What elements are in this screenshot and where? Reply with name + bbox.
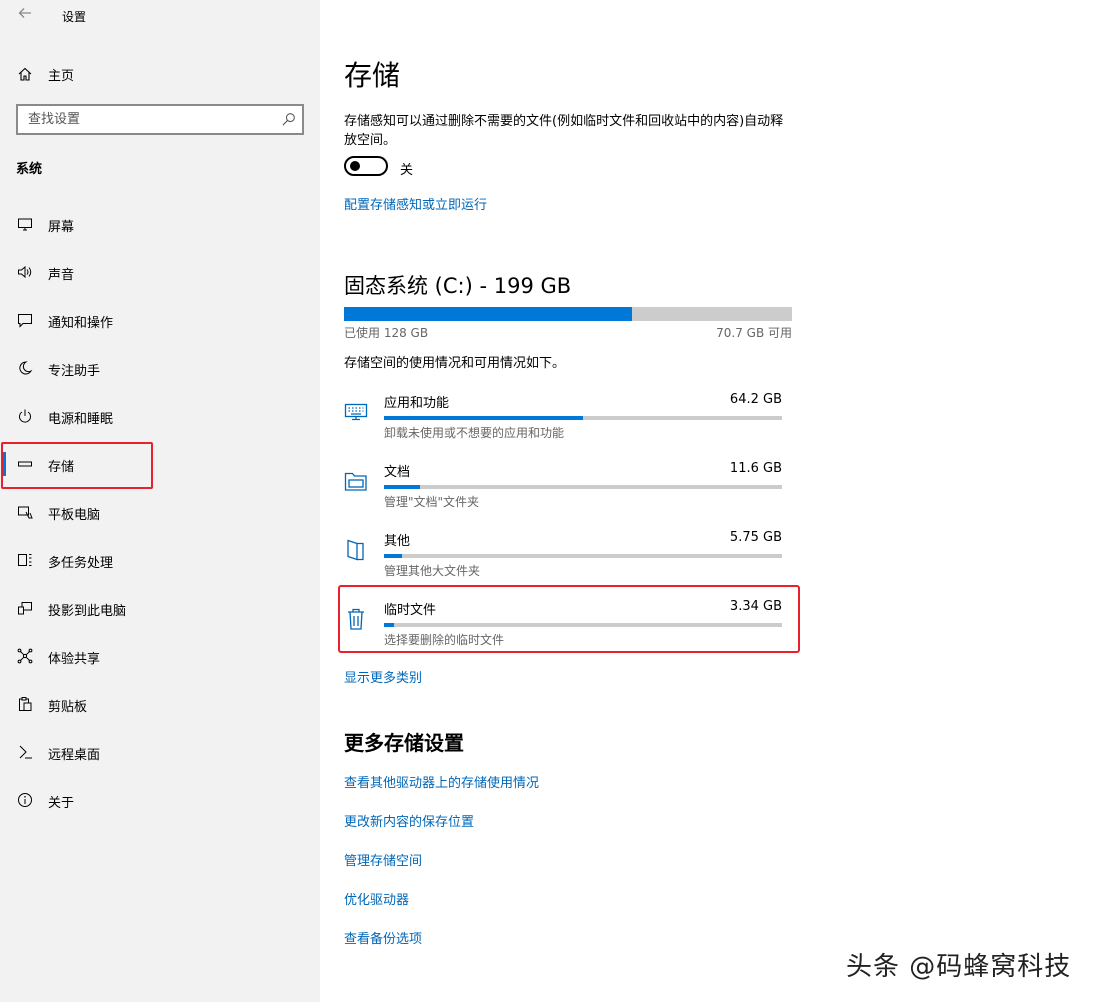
category-name: 其他 — [384, 534, 411, 549]
drive-usage-fill — [344, 307, 633, 321]
search-icon[interactable] — [281, 112, 296, 127]
category-other[interactable]: 其他 5.75 GB 管理其他大文件夹 — [344, 530, 792, 592]
optimize-drives-link[interactable]: 优化驱动器 — [344, 889, 409, 908]
tablet-icon — [16, 503, 34, 521]
sidebar-item-shared-experience[interactable]: 体验共享 — [0, 632, 320, 680]
drive-used-label: 已使用 128 GB — [344, 326, 429, 340]
usage-intro: 存储空间的使用情况和可用情况如下。 — [344, 356, 566, 371]
multitask-icon — [16, 551, 34, 569]
category-bar-fill — [384, 485, 420, 489]
search-input[interactable] — [18, 106, 278, 133]
sidebar-item-focus-assist[interactable]: 专注助手 — [0, 344, 320, 392]
section-label-system: 系统 — [16, 162, 43, 177]
highlight-annotation-sidebar — [1, 442, 153, 489]
search-box[interactable] — [16, 104, 304, 135]
sidebar-item-about[interactable]: 关于 — [0, 776, 320, 824]
drive-free-label: 70.7 GB 可用 — [716, 326, 792, 340]
sidebar-item-notifications[interactable]: 通知和操作 — [0, 296, 320, 344]
sidebar: 设置 主页 系统 屏幕 声音 通知和操作 专注助手 — [0, 0, 320, 1002]
sidebar-item-label: 通知和操作 — [48, 316, 114, 331]
info-icon — [16, 791, 34, 809]
change-save-location-link[interactable]: 更改新内容的保存位置 — [344, 811, 474, 830]
keyboard-icon — [344, 400, 368, 424]
sidebar-item-label: 电源和睡眠 — [48, 412, 114, 427]
sidebar-item-label: 主页 — [48, 69, 75, 84]
sidebar-item-display[interactable]: 屏幕 — [0, 200, 320, 248]
category-documents[interactable]: 文档 11.6 GB 管理"文档"文件夹 — [344, 461, 792, 523]
sidebar-item-home[interactable]: 主页 — [0, 56, 320, 90]
more-storage-settings-title: 更多存储设置 — [344, 731, 464, 755]
share-icon — [16, 647, 34, 665]
category-bar — [384, 485, 782, 489]
page-title: 存储 — [344, 59, 401, 92]
storage-sense-toggle[interactable] — [344, 156, 388, 176]
category-name: 文档 — [384, 465, 411, 480]
moon-icon — [16, 359, 34, 377]
category-subtitle: 管理其他大文件夹 — [384, 564, 481, 578]
category-size: 5.75 GB — [729, 530, 782, 545]
category-bar — [384, 554, 782, 558]
speaker-icon — [16, 263, 34, 281]
category-size: 11.6 GB — [729, 461, 782, 476]
sidebar-item-clipboard[interactable]: 剪贴板 — [0, 680, 320, 728]
toggle-knob — [350, 161, 360, 171]
category-subtitle: 管理"文档"文件夹 — [384, 495, 480, 509]
category-size: 64.2 GB — [729, 392, 782, 407]
sidebar-item-power[interactable]: 电源和睡眠 — [0, 392, 320, 440]
category-bar — [384, 416, 782, 420]
title-bar: 设置 — [0, 0, 320, 32]
highlight-annotation-temp-files — [338, 585, 800, 653]
back-arrow-icon[interactable] — [14, 5, 36, 27]
category-apps[interactable]: 应用和功能 64.2 GB 卸载未使用或不想要的应用和功能 — [344, 392, 792, 454]
storage-sense-description: 存储感知可以通过删除不需要的文件(例如临时文件和回收站中的内容)自动释放空间。 — [344, 114, 784, 148]
remote-icon — [16, 743, 34, 761]
sidebar-item-label: 专注助手 — [48, 364, 101, 379]
clipboard-icon — [16, 695, 34, 713]
power-icon — [16, 407, 34, 425]
watermark: 头条 @码蜂窝科技 — [846, 952, 1072, 982]
category-bar-fill — [384, 416, 583, 420]
sidebar-item-label: 体验共享 — [48, 652, 101, 667]
sidebar-item-label: 投影到此电脑 — [48, 604, 127, 619]
project-icon — [16, 599, 34, 617]
sidebar-item-tablet[interactable]: 平板电脑 — [0, 488, 320, 536]
sidebar-item-label: 声音 — [48, 268, 75, 283]
home-icon — [16, 65, 34, 83]
sidebar-nav: 屏幕 声音 通知和操作 专注助手 电源和睡眠 存储 平板电脑 多任务处理 投影到… — [0, 200, 320, 824]
manage-storage-spaces-link[interactable]: 管理存储空间 — [344, 850, 422, 869]
sidebar-item-remote-desktop[interactable]: 远程桌面 — [0, 728, 320, 776]
sidebar-item-project[interactable]: 投影到此电脑 — [0, 584, 320, 632]
sidebar-item-sound[interactable]: 声音 — [0, 248, 320, 296]
category-name: 应用和功能 — [384, 396, 450, 411]
sidebar-item-multitasking[interactable]: 多任务处理 — [0, 536, 320, 584]
drive-title: 固态系统 (C:) - 199 GB — [344, 274, 572, 298]
sidebar-item-label: 远程桌面 — [48, 748, 101, 763]
toggle-state-label: 关 — [400, 163, 414, 178]
category-bar-fill — [384, 554, 402, 558]
sidebar-item-label: 关于 — [48, 796, 75, 811]
view-other-drives-link[interactable]: 查看其他驱动器上的存储使用情况 — [344, 772, 539, 791]
file-icon — [344, 538, 368, 562]
display-icon — [16, 215, 34, 233]
sidebar-item-label: 平板电脑 — [48, 508, 101, 523]
folder-icon — [344, 469, 368, 493]
sidebar-item-label: 屏幕 — [48, 220, 75, 235]
app-title: 设置 — [62, 10, 87, 24]
sidebar-item-label: 剪贴板 — [48, 700, 88, 715]
notification-icon — [16, 311, 34, 329]
sidebar-item-label: 多任务处理 — [48, 556, 114, 571]
view-backup-options-link[interactable]: 查看备份选项 — [344, 928, 422, 947]
drive-usage-bar — [344, 307, 792, 321]
show-more-categories-link[interactable]: 显示更多类别 — [344, 667, 422, 686]
category-subtitle: 卸载未使用或不想要的应用和功能 — [384, 426, 565, 440]
configure-storage-sense-link[interactable]: 配置存储感知或立即运行 — [344, 194, 487, 213]
